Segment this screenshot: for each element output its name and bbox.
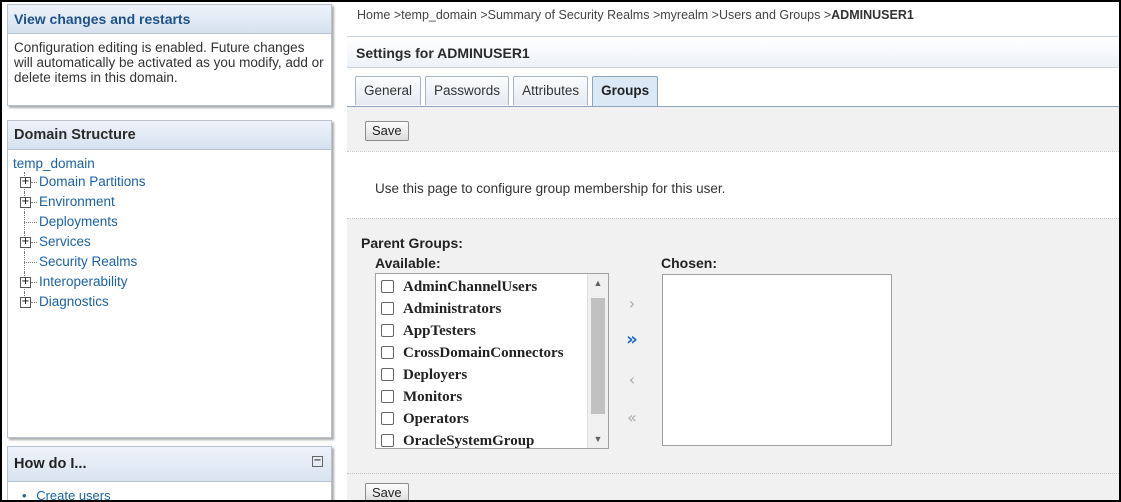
- group-name: Operators: [403, 411, 469, 427]
- save-button-top[interactable]: Save: [365, 121, 409, 141]
- scroll-up-icon[interactable]: ▲: [588, 274, 608, 292]
- breadcrumb: Home >temp_domain >Summary of Security R…: [357, 8, 914, 22]
- parent-groups-title: Parent Groups:: [361, 235, 463, 251]
- chosen-label: Chosen:: [661, 255, 717, 271]
- expand-icon[interactable]: +: [20, 177, 31, 188]
- change-center-title[interactable]: View changes and restarts: [8, 5, 331, 34]
- available-items: AdminChannelUsers Administrators AppTest…: [376, 276, 586, 449]
- domain-structure-title: Domain Structure: [8, 121, 331, 150]
- tree-item-label[interactable]: Services: [39, 234, 91, 249]
- move-all-left-icon[interactable]: «: [619, 407, 645, 429]
- bullet-icon: •: [22, 488, 27, 502]
- group-name: AppTesters: [403, 323, 476, 339]
- group-name: OracleSystemGroup: [403, 433, 535, 449]
- tree-item-interoperability[interactable]: + Interoperability: [13, 272, 331, 292]
- tree-item-label[interactable]: Interoperability: [39, 274, 128, 289]
- main-content: Home >temp_domain >Summary of Security R…: [347, 2, 1119, 500]
- list-item[interactable]: AppTesters: [376, 320, 586, 342]
- available-list[interactable]: AdminChannelUsers Administrators AppTest…: [375, 273, 609, 449]
- scroll-thumb[interactable]: [591, 298, 605, 414]
- tree-item-label[interactable]: Domain Partitions: [39, 174, 146, 189]
- list-item[interactable]: AdminChannelUsers: [376, 276, 586, 298]
- expand-icon[interactable]: +: [20, 237, 31, 248]
- breadcrumb-path[interactable]: Home >temp_domain >Summary of Security R…: [357, 8, 831, 22]
- list-scrollbar[interactable]: ▲ ▼: [587, 274, 608, 448]
- domain-tree: temp_domain + Domain Partitions + Enviro…: [8, 150, 331, 312]
- available-label: Available:: [375, 255, 441, 271]
- tree-item-diagnostics[interactable]: + Diagnostics: [13, 292, 331, 312]
- groups-form: Save Use this page to configure group me…: [347, 107, 1119, 500]
- tree-item-deployments[interactable]: Deployments: [13, 212, 331, 232]
- save-button-bottom[interactable]: Save: [365, 483, 409, 500]
- tree-item-environment[interactable]: + Environment: [13, 192, 331, 212]
- group-name: CrossDomainConnectors: [403, 345, 564, 361]
- tree-root-link[interactable]: temp_domain: [13, 155, 331, 172]
- domain-structure-panel: Domain Structure temp_domain + Domain Pa…: [7, 120, 332, 438]
- tree-item-label[interactable]: Security Realms: [39, 254, 137, 269]
- left-column: View changes and restarts Configuration …: [2, 2, 342, 500]
- tab-general[interactable]: General: [355, 76, 422, 105]
- list-item[interactable]: OracleSystemGroup: [376, 430, 586, 449]
- group-name: AdminChannelUsers: [403, 279, 538, 295]
- list-item[interactable]: Deployers: [376, 364, 586, 386]
- checkbox[interactable]: [381, 302, 394, 315]
- how-do-i-list: • Create users: [8, 488, 331, 502]
- checkbox[interactable]: [381, 324, 394, 337]
- description-text: Use this page to configure group members…: [375, 181, 726, 196]
- tree-item-domain-partitions[interactable]: + Domain Partitions: [13, 172, 331, 192]
- expand-icon[interactable]: +: [20, 297, 31, 308]
- chosen-list[interactable]: [662, 274, 892, 446]
- tree-item-label[interactable]: Environment: [39, 194, 115, 209]
- tab-groups[interactable]: Groups: [592, 76, 659, 107]
- group-name: Monitors: [403, 389, 463, 405]
- checkbox[interactable]: [381, 346, 394, 359]
- tab-passwords[interactable]: Passwords: [425, 76, 510, 105]
- expand-icon[interactable]: +: [20, 277, 31, 288]
- how-do-i-title: How do I... −: [8, 447, 331, 482]
- list-item[interactable]: Operators: [376, 408, 586, 430]
- checkbox[interactable]: [381, 390, 394, 403]
- list-item[interactable]: Administrators: [376, 298, 586, 320]
- tree-item-security-realms[interactable]: Security Realms: [13, 252, 331, 272]
- group-name: Deployers: [403, 367, 468, 383]
- how-do-i-title-text: How do I...: [14, 456, 87, 472]
- list-item[interactable]: CrossDomainConnectors: [376, 342, 586, 364]
- breadcrumb-current: ADMINUSER1: [831, 8, 914, 22]
- how-do-i-panel: How do I... − • Create users: [7, 446, 332, 502]
- how-do-i-link[interactable]: Create users: [36, 488, 110, 500]
- page-title: Settings for ADMINUSER1: [347, 36, 1119, 68]
- change-center-panel: View changes and restarts Configuration …: [7, 4, 332, 106]
- tree-item-services[interactable]: + Services: [13, 232, 331, 252]
- checkbox[interactable]: [381, 368, 394, 381]
- scroll-down-icon[interactable]: ▼: [588, 430, 608, 448]
- checkbox[interactable]: [381, 434, 394, 447]
- checkbox[interactable]: [381, 412, 394, 425]
- tree-item-label[interactable]: Deployments: [39, 214, 118, 229]
- move-right-icon[interactable]: ›: [619, 293, 645, 315]
- move-left-icon[interactable]: ‹: [619, 369, 645, 391]
- tab-attributes[interactable]: Attributes: [513, 76, 589, 105]
- list-item[interactable]: Monitors: [376, 386, 586, 408]
- tree-item-label[interactable]: Diagnostics: [39, 294, 109, 309]
- app-frame: View changes and restarts Configuration …: [0, 0, 1121, 502]
- checkbox[interactable]: [381, 280, 394, 293]
- tab-bar: General Passwords Attributes Groups: [355, 76, 662, 107]
- collapse-icon[interactable]: −: [312, 456, 323, 467]
- change-center-message: Configuration editing is enabled. Future…: [14, 40, 324, 85]
- group-name: Administrators: [403, 301, 502, 317]
- move-all-right-icon[interactable]: »: [619, 329, 645, 351]
- expand-icon[interactable]: +: [20, 197, 31, 208]
- description-area: Use this page to configure group members…: [347, 151, 1119, 219]
